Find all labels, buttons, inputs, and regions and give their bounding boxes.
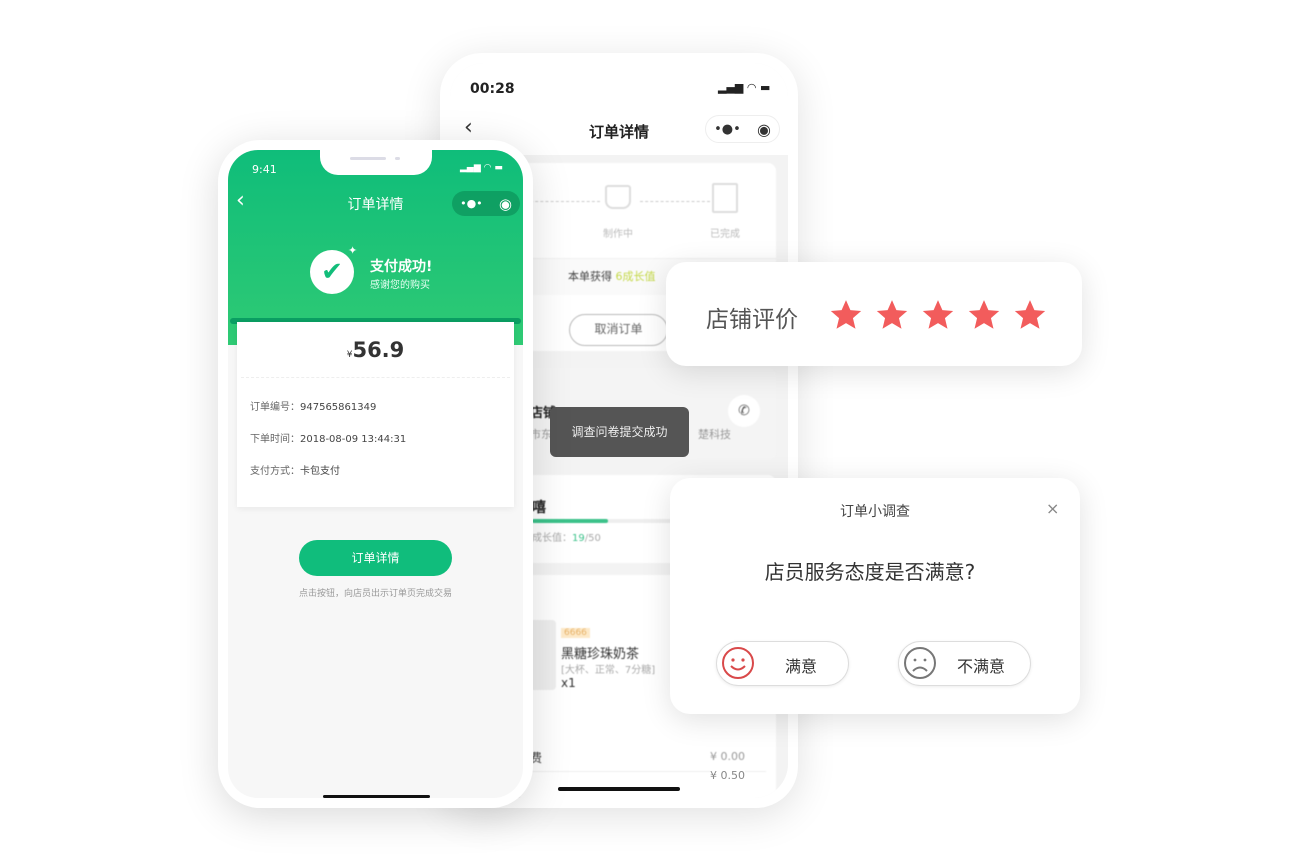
bag-icon <box>712 183 738 213</box>
survey-card: 订单小调查 × 店员服务态度是否满意? 满意 不满意 <box>670 478 1080 714</box>
amount: ¥56.9 <box>346 338 405 362</box>
star-icon[interactable] <box>1013 298 1047 332</box>
receipt-card: ¥56.9 订单编号：947565861349 下单时间：2018-08-09 … <box>237 322 514 507</box>
fee-value: ¥ 0.00 <box>710 750 745 763</box>
home-indicator <box>558 787 680 791</box>
order-info-row: 下单时间：2018-08-09 13:44:31 <box>250 434 407 445</box>
step-label: 已完成 <box>710 229 740 240</box>
satisfied-button[interactable]: 满意 <box>716 641 849 686</box>
notch <box>320 150 432 175</box>
more-icon[interactable]: •●• <box>714 122 741 137</box>
step-label: 制作中 <box>603 229 633 240</box>
sparkle-icon: ✦ <box>348 244 358 257</box>
product-qty: x1 <box>561 676 576 690</box>
status-icons: ▂▄▆ ◠ ▬ <box>718 81 771 94</box>
order-info-row: 订单编号：947565861349 <box>250 402 377 413</box>
rating-card: 店铺评价 <box>666 262 1082 366</box>
toast: 调查问卷提交成功 <box>550 407 689 457</box>
product-badge: 6666 <box>561 628 590 638</box>
close-icon[interactable]: × <box>1046 499 1059 518</box>
status-time: 00:28 <box>470 81 515 97</box>
front-screen: 9:41 ▂▄▆ ◠ ▬ ‹ 订单详情 •●• ◉ ✔ ✦ 支付成功! 感谢您的购… <box>228 150 523 798</box>
store-address: 市东 <box>530 428 552 441</box>
satisfied-label: 满意 <box>785 657 818 676</box>
growth-text: 成长值：19/50 <box>532 533 601 544</box>
success-title: 支付成功! <box>370 259 433 275</box>
star-icon[interactable] <box>921 298 955 332</box>
capsule-menu[interactable]: •●• ◉ <box>452 191 520 216</box>
home-indicator <box>323 795 430 798</box>
unsatisfied-label: 不满意 <box>957 657 1006 676</box>
fee-value: ¥ 0.50 <box>710 769 745 782</box>
phone-icon[interactable]: ✆ <box>728 395 760 427</box>
frown-icon <box>904 647 936 679</box>
hint-text: 点击按钮，向店员出示订单页完成交易 <box>298 589 452 599</box>
order-detail-button[interactable]: 订单详情 <box>299 540 452 576</box>
cup-icon <box>605 185 631 209</box>
more-icon[interactable]: •●• <box>460 197 483 210</box>
star-icon[interactable] <box>875 298 909 332</box>
star-icon[interactable] <box>967 298 1001 332</box>
record-icon[interactable]: ◉ <box>757 120 771 139</box>
product-spec: [大杯、正常、7分糖] <box>561 665 656 676</box>
survey-question: 店员服务态度是否满意? <box>764 560 976 584</box>
survey-title: 订单小调查 <box>840 504 910 520</box>
store-address: 楚科技 <box>698 428 731 441</box>
growth-earned: 本单获得 6成长值 <box>568 270 656 283</box>
rating-label: 店铺评价 <box>706 307 798 333</box>
product-name: 黑糖珍珠奶茶 <box>561 647 640 662</box>
green-header <box>228 150 523 345</box>
order-info-row: 支付方式：卡包支付 <box>250 466 340 477</box>
unsatisfied-button[interactable]: 不满意 <box>898 641 1031 686</box>
member-name: 嘻 <box>532 500 546 516</box>
success-subtitle: 感谢您的购买 <box>370 280 430 291</box>
status-time: 9:41 <box>252 163 277 176</box>
record-icon[interactable]: ◉ <box>499 195 512 213</box>
star-icon[interactable] <box>829 298 863 332</box>
smile-icon <box>722 647 754 679</box>
status-icons: ▂▄▆ ◠ ▬ <box>460 163 503 173</box>
capsule-menu[interactable]: •●• ◉ <box>705 115 780 143</box>
front-phone: 9:41 ▂▄▆ ◠ ▬ ‹ 订单详情 •●• ◉ ✔ ✦ 支付成功! 感谢您的购… <box>218 140 533 808</box>
cancel-order-button[interactable]: 取消订单 <box>569 314 668 346</box>
